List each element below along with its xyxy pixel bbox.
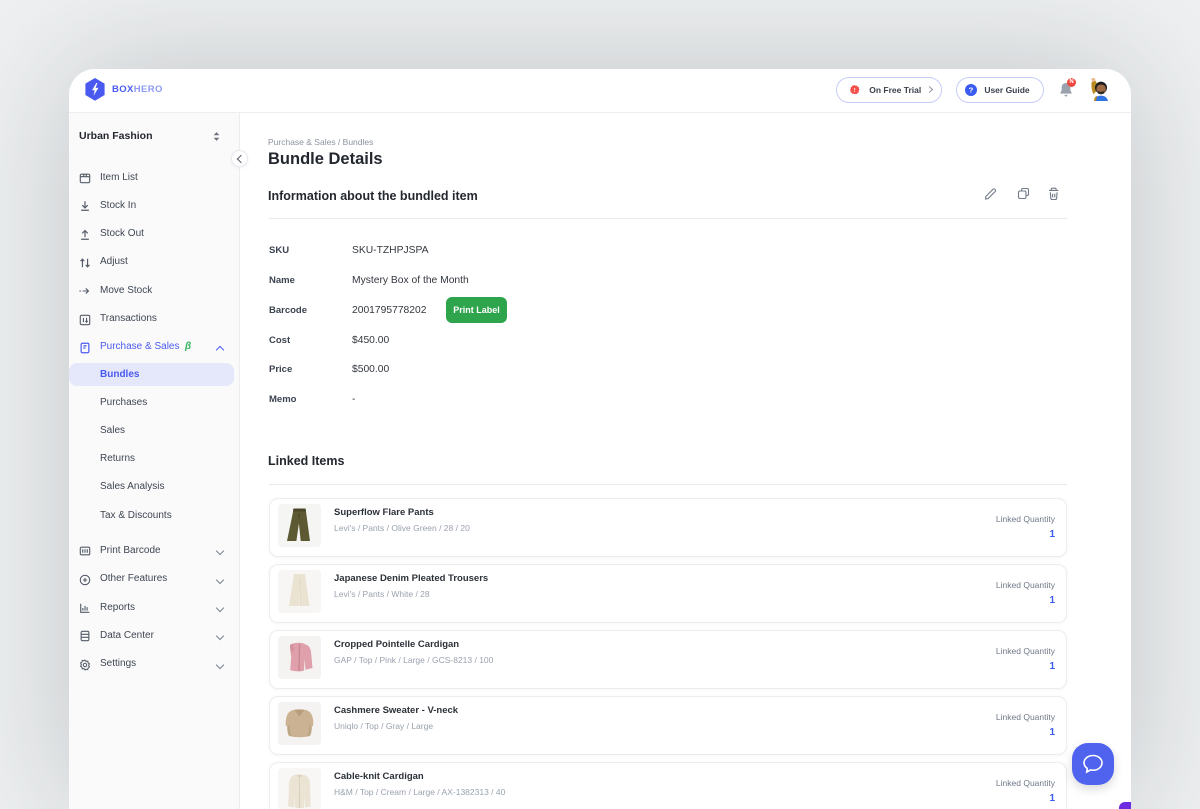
svg-text:!: ! <box>854 88 856 94</box>
svg-text:?: ? <box>969 85 974 94</box>
